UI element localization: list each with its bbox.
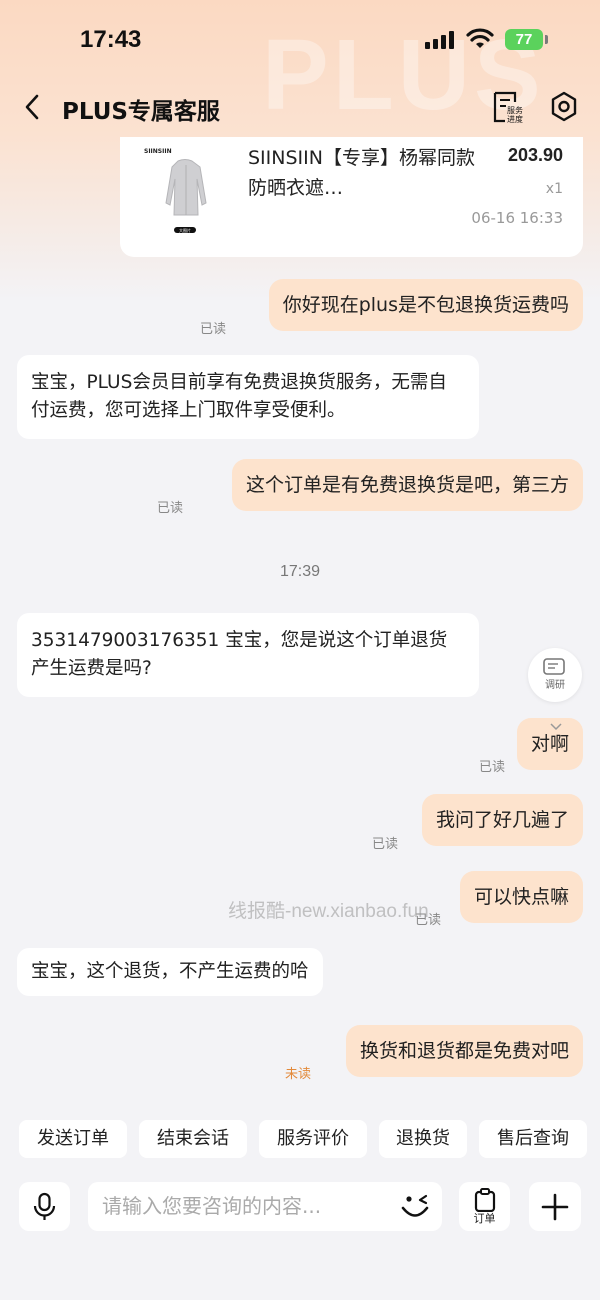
product-image-tag: 大图片 bbox=[179, 227, 191, 233]
battery-icon: 77 bbox=[505, 29, 543, 50]
message-incoming[interactable]: 宝宝，PLUS会员目前享有免费退换货服务，无需自付运费，您可选择上门取件享受便利… bbox=[17, 355, 479, 439]
message-outgoing[interactable]: 可以快点嘛 bbox=[459, 871, 583, 923]
order-quantity: x1 bbox=[545, 181, 563, 197]
status-time: 17:43 bbox=[80, 26, 142, 53]
survey-icon bbox=[543, 658, 565, 675]
message-outgoing[interactable]: 我问了好几遍了 bbox=[421, 794, 583, 846]
cellular-signal-icon bbox=[425, 31, 457, 49]
survey-button[interactable]: 调研 bbox=[528, 648, 582, 702]
voice-input-button[interactable] bbox=[19, 1182, 70, 1231]
message-incoming[interactable]: 宝宝，这个退货，不产生运费的哈 bbox=[17, 948, 323, 996]
read-status: 已读 bbox=[372, 837, 399, 852]
order-card[interactable]: SIINSIIN 大图片 SIINSIIN【专享】杨幂同款防晒衣遮… 203.9… bbox=[120, 137, 583, 257]
message-outgoing[interactable]: 换货和退货都是免费对吧 bbox=[345, 1025, 583, 1077]
read-status: 已读 bbox=[479, 760, 506, 775]
plus-icon bbox=[541, 1193, 569, 1221]
quick-reply-send-order[interactable]: 发送订单 bbox=[19, 1120, 127, 1158]
order-time: 06-16 16:33 bbox=[471, 209, 563, 227]
progress-label-bottom: 进度 bbox=[507, 114, 523, 124]
page-title: PLUS专属客服 bbox=[62, 99, 220, 125]
settings-icon[interactable] bbox=[548, 90, 580, 124]
product-title: SIINSIIN【专享】杨幂同款防晒衣遮… bbox=[248, 147, 475, 199]
emoji-icon[interactable] bbox=[398, 1191, 432, 1223]
progress-label-top: 服务 bbox=[507, 105, 523, 115]
message-outgoing[interactable]: 你好现在plus是不包退换货运费吗 bbox=[268, 279, 583, 331]
battery-level: 77 bbox=[515, 31, 533, 48]
quick-reply-after-sales[interactable]: 售后查询 bbox=[479, 1120, 587, 1158]
service-progress-icon[interactable]: 服务 进度 bbox=[491, 90, 527, 124]
chevron-down-icon bbox=[550, 723, 562, 731]
microphone-icon bbox=[33, 1192, 56, 1220]
message-input[interactable]: 请输入您要咨询的内容... bbox=[88, 1182, 442, 1231]
quick-reply-return-exchange[interactable]: 退换货 bbox=[379, 1120, 467, 1158]
back-arrow-icon[interactable] bbox=[20, 92, 48, 122]
product-brand: SIINSIIN bbox=[144, 148, 172, 155]
quick-reply-end-session[interactable]: 结束会话 bbox=[139, 1120, 247, 1158]
battery-nub bbox=[545, 35, 548, 44]
more-button[interactable] bbox=[529, 1182, 581, 1231]
time-divider: 17:39 bbox=[279, 563, 321, 580]
clipboard-icon bbox=[474, 1188, 496, 1212]
message-incoming[interactable]: 3531479003176351 宝宝，您是说这个订单退货产生运费是吗? bbox=[17, 613, 479, 697]
read-status: 已读 bbox=[200, 322, 227, 337]
watermark: 线报酷-new.xianbao.fun bbox=[228, 901, 429, 922]
order-price: 203.90 bbox=[507, 145, 563, 165]
order-button[interactable]: 订单 bbox=[459, 1182, 510, 1231]
product-image: SIINSIIN 大图片 bbox=[144, 148, 207, 233]
home-indicator bbox=[0, 1284, 600, 1300]
wifi-icon bbox=[466, 28, 494, 48]
unread-status: 未读 bbox=[285, 1067, 312, 1082]
read-status: 已读 bbox=[157, 501, 184, 516]
survey-label: 调研 bbox=[545, 680, 565, 691]
quick-reply-rate-service[interactable]: 服务评价 bbox=[259, 1120, 367, 1158]
message-outgoing[interactable]: 这个订单是有免费退换货是吧，第三方 bbox=[231, 459, 583, 511]
order-button-label: 订单 bbox=[473, 1212, 496, 1225]
